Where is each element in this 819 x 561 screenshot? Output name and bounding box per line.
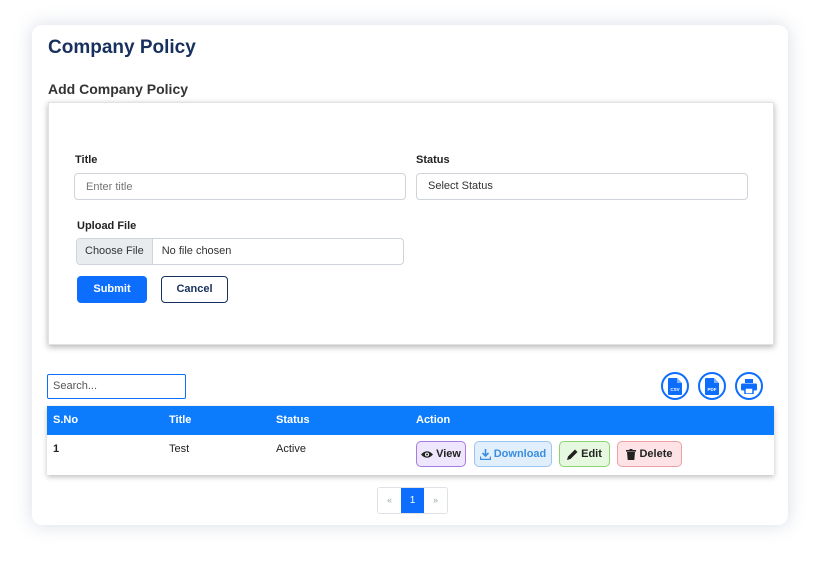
eye-icon bbox=[421, 450, 434, 458]
title-label: Title bbox=[75, 154, 98, 166]
section-title: Add Company Policy bbox=[48, 81, 189, 97]
search-input[interactable]: Search... bbox=[47, 374, 186, 399]
cell-status: Active bbox=[276, 443, 306, 455]
status-select[interactable]: Select Status bbox=[416, 173, 748, 200]
page-1-button[interactable]: 1 bbox=[401, 488, 424, 513]
header-sno: S.No bbox=[53, 414, 79, 426]
edit-button[interactable]: Edit bbox=[559, 441, 610, 467]
file-upload-input[interactable]: Choose File No file chosen bbox=[76, 238, 404, 265]
header-status: Status bbox=[276, 414, 310, 426]
print-icon[interactable] bbox=[735, 372, 763, 400]
view-button[interactable]: View bbox=[416, 441, 466, 467]
pagination: « 1 » bbox=[377, 487, 448, 514]
download-icon bbox=[479, 448, 491, 460]
cell-title: Test bbox=[169, 443, 190, 455]
page-title: Company Policy bbox=[48, 37, 196, 58]
pencil-icon bbox=[567, 449, 578, 460]
trash-icon bbox=[626, 448, 637, 460]
file-name-text: No file chosen bbox=[161, 245, 232, 257]
table-header: S.No Title Status Action bbox=[47, 406, 774, 435]
svg-text:PDF: PDF bbox=[708, 387, 717, 392]
svg-text:CSV: CSV bbox=[670, 387, 679, 392]
header-title: Title bbox=[169, 414, 192, 426]
cell-sno: 1 bbox=[53, 443, 60, 455]
delete-button[interactable]: Delete bbox=[617, 441, 682, 467]
header-action: Action bbox=[416, 414, 451, 426]
status-label: Status bbox=[416, 154, 450, 166]
company-policy-card: Company Policy Add Company Policy Title … bbox=[32, 25, 788, 525]
pdf-icon[interactable]: PDF bbox=[698, 372, 726, 400]
download-button[interactable]: Download bbox=[474, 441, 552, 467]
add-policy-form: Title Status Select Status Upload File C… bbox=[48, 102, 774, 345]
upload-file-label: Upload File bbox=[77, 220, 137, 232]
csv-icon[interactable]: CSV bbox=[661, 372, 689, 400]
cancel-button[interactable]: Cancel bbox=[161, 276, 228, 303]
submit-button[interactable]: Submit bbox=[77, 276, 147, 303]
title-input[interactable] bbox=[74, 173, 406, 200]
next-page-button[interactable]: » bbox=[424, 488, 447, 513]
choose-file-button[interactable]: Choose File bbox=[77, 239, 153, 264]
policy-table: S.No Title Status Action 1 Test Active V… bbox=[47, 406, 774, 475]
prev-page-button[interactable]: « bbox=[378, 488, 401, 513]
